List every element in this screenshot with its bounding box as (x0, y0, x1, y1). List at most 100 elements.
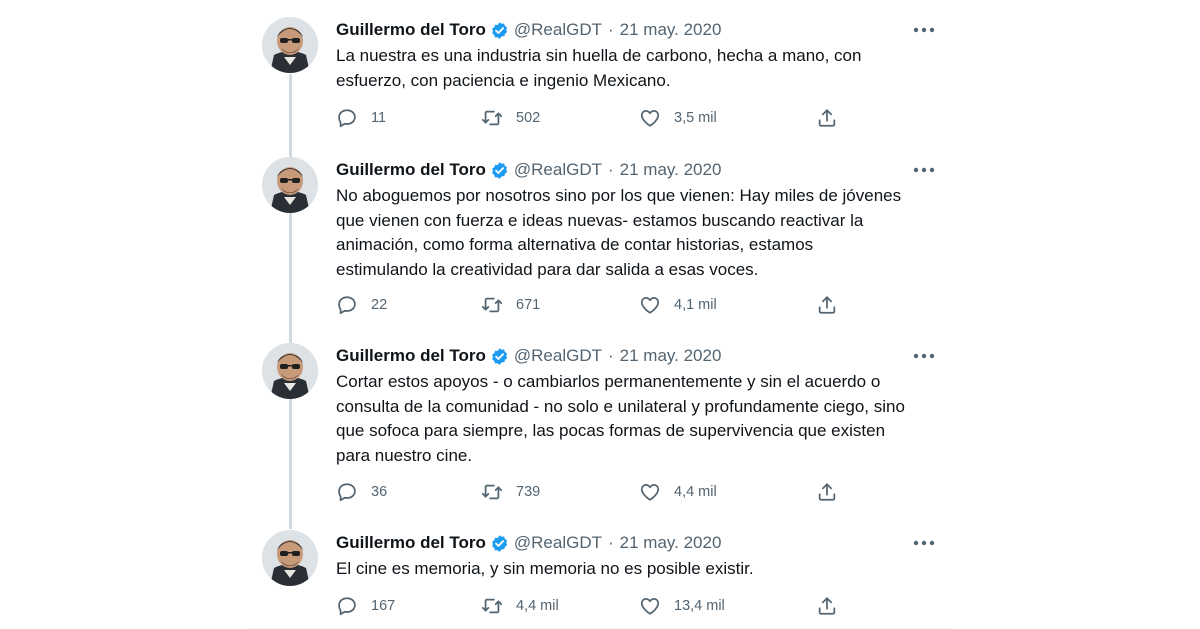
author-handle[interactable]: @RealGDT (514, 20, 602, 40)
like-count: 4,4 mil (674, 484, 717, 500)
share-icon (816, 481, 838, 503)
separator-dot: · (607, 533, 614, 552)
retweet-icon (481, 107, 503, 129)
tweet-text-line: que sofoca para siempre, las pocas forma… (336, 421, 886, 440)
tweet-text-line: animación, como forma alternativa de con… (336, 235, 814, 254)
avatar[interactable] (262, 343, 318, 399)
retweet-count: 739 (516, 484, 541, 500)
author-name[interactable]: Guillermo del Toro (336, 533, 486, 553)
author-name[interactable]: Guillermo del Toro (336, 20, 486, 40)
more-options-icon (913, 353, 935, 359)
tweet-header: Guillermo del Toro @RealGDT · 21 may. 20… (336, 158, 721, 182)
tweet-text-line: esfuerzo, con paciencia e ingenio Mexica… (336, 70, 671, 90)
more-options-button[interactable] (907, 20, 941, 40)
share-button[interactable] (816, 594, 838, 618)
reply-button[interactable]: 167 (336, 594, 395, 618)
tweet-header: Guillermo del Toro @RealGDT · 21 may. 20… (336, 531, 721, 555)
separator-dot: · (607, 20, 614, 39)
tweet-text-line: No aboguemos por nosotros sino por los q… (336, 186, 902, 205)
tweet-actions: 167 4,4 mil 13,4 mil (336, 594, 856, 618)
tweet-date[interactable]: 21 may. 2020 (620, 160, 722, 180)
separator-dot: · (607, 346, 614, 365)
reply-button[interactable]: 11 (336, 106, 386, 130)
retweet-icon (481, 481, 503, 503)
tweet-text-line: estimulando la creatividad para dar sali… (336, 259, 759, 279)
tweet[interactable]: Guillermo del Toro @RealGDT · 21 may. 20… (249, 140, 951, 327)
retweet-icon (481, 294, 503, 316)
tweet-text-line: consulta de la comunidad - no solo e uni… (336, 396, 905, 416)
tweet[interactable]: Guillermo del Toro @RealGDT · 21 may. 20… (249, 0, 951, 140)
reply-icon (336, 294, 358, 316)
more-options-button[interactable] (907, 533, 941, 553)
retweet-button[interactable]: 4,4 mil (481, 594, 559, 618)
reply-button[interactable]: 22 (336, 293, 387, 317)
tweet-thread: Guillermo del Toro @RealGDT · 21 may. 20… (249, 0, 951, 629)
tweet-actions: 22 671 4,1 mil (336, 293, 856, 317)
reply-icon (336, 107, 358, 129)
avatar[interactable] (262, 157, 318, 213)
reply-count: 11 (371, 110, 387, 126)
retweet-button[interactable]: 502 (481, 106, 540, 130)
tweet-actions: 11 502 3,5 mil (336, 106, 856, 130)
share-button[interactable] (816, 480, 838, 504)
tweet[interactable]: Guillermo del Toro @RealGDT · 21 may. 20… (249, 513, 951, 628)
tweet-date[interactable]: 21 may. 2020 (620, 533, 722, 553)
author-handle[interactable]: @RealGDT (514, 160, 602, 180)
retweet-count: 502 (516, 110, 541, 126)
tweet[interactable]: Guillermo del Toro @RealGDT · 21 may. 20… (249, 326, 951, 513)
more-options-icon (913, 167, 935, 173)
more-options-button[interactable] (907, 346, 941, 366)
tweet-text-line: para nuestro cine. (336, 445, 473, 465)
like-count: 4,1 mil (674, 297, 717, 313)
retweet-count: 4,4 mil (516, 598, 559, 614)
share-icon (816, 294, 838, 316)
author-handle[interactable]: @RealGDT (514, 346, 602, 366)
like-count: 3,5 mil (674, 110, 717, 126)
verified-badge-icon (490, 161, 509, 180)
reply-count: 167 (371, 598, 396, 614)
retweet-button[interactable]: 671 (481, 293, 540, 317)
retweet-icon (481, 595, 503, 617)
retweet-button[interactable]: 739 (481, 480, 540, 504)
verified-badge-icon (490, 347, 509, 366)
like-button[interactable]: 4,4 mil (639, 480, 717, 504)
heart-icon (639, 294, 661, 316)
share-button[interactable] (816, 293, 838, 317)
heart-icon (639, 481, 661, 503)
tweet-date[interactable]: 21 may. 2020 (620, 346, 722, 366)
like-button[interactable]: 4,1 mil (639, 293, 717, 317)
tweet-text-line: Cortar estos apoyos - o cambiarlos perma… (336, 372, 881, 391)
avatar[interactable] (262, 17, 318, 73)
like-button[interactable]: 13,4 mil (639, 594, 725, 618)
tweet-text: El cine es memoria, y sin memoria no es … (336, 557, 934, 582)
tweet-header: Guillermo del Toro @RealGDT · 21 may. 20… (336, 344, 721, 368)
verified-badge-icon (490, 21, 509, 40)
tweet-text: La nuestra es una industria sin huella d… (336, 44, 934, 93)
reply-icon (336, 595, 358, 617)
like-button[interactable]: 3,5 mil (639, 106, 717, 130)
separator-dot: · (607, 160, 614, 179)
tweet-text-line: que vienen con fuerza e ideas nuevas- es… (336, 210, 864, 230)
reply-count: 36 (371, 484, 388, 500)
author-name[interactable]: Guillermo del Toro (336, 346, 486, 366)
heart-icon (639, 595, 661, 617)
share-icon (816, 595, 838, 617)
tweet-date[interactable]: 21 may. 2020 (620, 20, 722, 40)
avatar[interactable] (262, 530, 318, 586)
tweet-text: No aboguemos por nosotros sino por los q… (336, 184, 934, 282)
reply-button[interactable]: 36 (336, 480, 387, 504)
tweet-text-line: El cine es memoria, y sin memoria no es … (336, 559, 754, 578)
tweet-header: Guillermo del Toro @RealGDT · 21 may. 20… (336, 18, 721, 42)
tweet-text: Cortar estos apoyos - o cambiarlos perma… (336, 370, 934, 468)
more-options-button[interactable] (907, 160, 941, 180)
tweet-text-line: La nuestra es una industria sin huella d… (336, 46, 862, 65)
tweet-actions: 36 739 4,4 mil (336, 480, 856, 504)
author-name[interactable]: Guillermo del Toro (336, 160, 486, 180)
verified-badge-icon (490, 534, 509, 553)
share-button[interactable] (816, 106, 838, 130)
author-handle[interactable]: @RealGDT (514, 533, 602, 553)
reply-icon (336, 481, 358, 503)
more-options-icon (913, 540, 935, 546)
like-count: 13,4 mil (674, 598, 725, 614)
more-options-icon (913, 27, 935, 33)
